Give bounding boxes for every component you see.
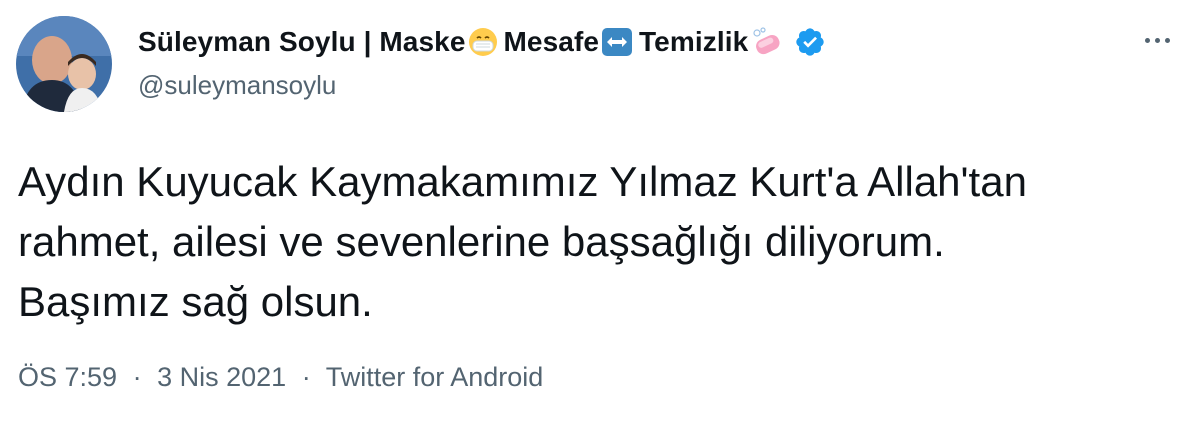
more-dot bbox=[1165, 38, 1170, 43]
tweet-meta: ÖS 7:59 · 3 Nis 2021 · Twitter for Andro… bbox=[18, 362, 543, 393]
tweet-text-line: Başımız sağ olsun. bbox=[18, 278, 373, 325]
tweet-card: Süleyman Soylu | Maske Mesafe Temizlik @… bbox=[0, 0, 1200, 427]
tweet-text-line: rahmet, ailesi ve sevenlerine başsağlığı… bbox=[18, 218, 945, 265]
meta-separator: · bbox=[132, 362, 142, 392]
meta-separator: · bbox=[301, 362, 311, 392]
soap-emoji-icon bbox=[750, 27, 784, 57]
more-dot bbox=[1155, 38, 1160, 43]
tweet-header: Süleyman Soylu | Maske Mesafe Temizlik @… bbox=[138, 22, 1120, 101]
author-handle[interactable]: @suleymansoylu bbox=[138, 70, 1120, 101]
more-options-icon[interactable] bbox=[1145, 38, 1170, 43]
tweet-date[interactable]: 3 Nis 2021 bbox=[157, 362, 286, 392]
tweet-source[interactable]: Twitter for Android bbox=[326, 362, 544, 392]
author-name-part2: Mesafe bbox=[503, 26, 600, 57]
tweet-text-line: Aydın Kuyucak Kaymakamımız Yılmaz Kurt'a… bbox=[18, 158, 1027, 205]
author-name-part3: Temizlik bbox=[639, 26, 749, 57]
more-dot bbox=[1145, 38, 1150, 43]
tweet-time[interactable]: ÖS 7:59 bbox=[18, 362, 117, 392]
left-right-arrow-emoji-icon bbox=[601, 27, 633, 57]
tweet-text: Aydın Kuyucak Kaymakamımız Yılmaz Kurt'a… bbox=[18, 152, 1178, 332]
author-name[interactable]: Süleyman Soylu | Maske Mesafe Temizlik bbox=[138, 22, 1120, 62]
author-name-part1: Süleyman Soylu | Maske bbox=[138, 26, 466, 57]
avatar[interactable] bbox=[16, 16, 112, 112]
verified-badge-icon bbox=[794, 26, 826, 58]
mask-face-emoji-icon bbox=[468, 27, 498, 57]
